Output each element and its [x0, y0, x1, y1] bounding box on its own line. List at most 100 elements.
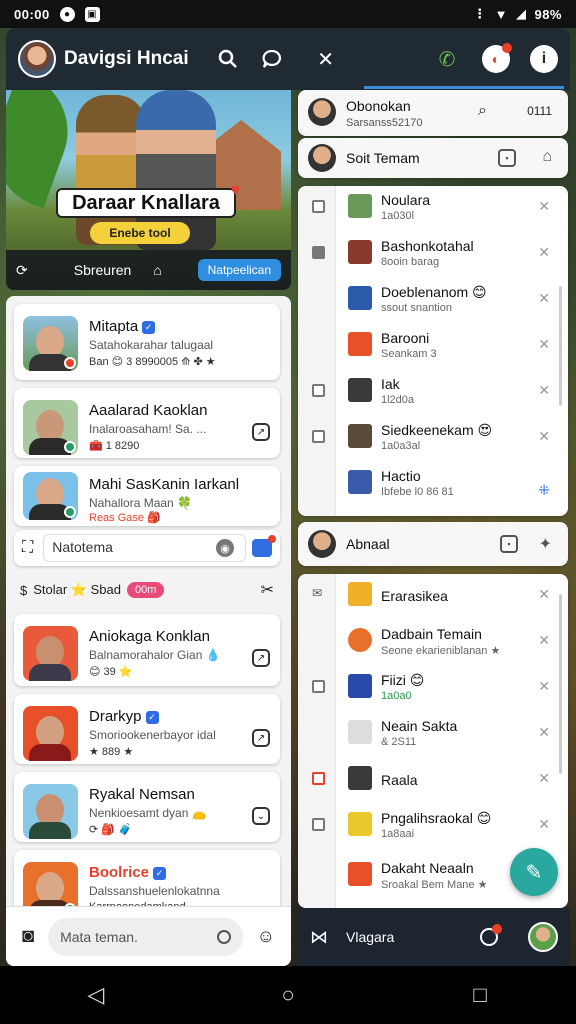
- status-ring-icon[interactable]: [480, 924, 502, 946]
- scrollbar[interactable]: [559, 286, 562, 406]
- pin-icon[interactable]: ✕: [538, 244, 550, 261]
- list-item[interactable]: Iak 1l2d0a ✕: [298, 370, 568, 416]
- scrollbar[interactable]: [559, 594, 562, 774]
- battery-level: 98%: [534, 6, 562, 22]
- info-icon[interactable]: i: [530, 45, 558, 73]
- contact-name: Ryakal Nemsan: [89, 786, 195, 803]
- pin-icon[interactable]: ✕: [538, 428, 550, 445]
- list-item[interactable]: Hactio Ibfebe l0 86 81 ⁜: [298, 462, 568, 508]
- chat-bubble-icon[interactable]: [257, 44, 287, 74]
- collapse-icon[interactable]: ⋈: [310, 927, 328, 948]
- pin-icon[interactable]: ✕: [538, 770, 550, 787]
- lock-icon[interactable]: ⌂: [153, 262, 161, 278]
- pin-icon[interactable]: ✕: [538, 586, 550, 603]
- message-input[interactable]: Mata teman.: [48, 917, 243, 956]
- avatar: [308, 98, 336, 126]
- list-item[interactable]: Mahi SasKanin Iarkanl Nahallora Maan 🍀 R…: [14, 466, 280, 526]
- phone-icon[interactable]: ✆: [432, 44, 462, 74]
- back-icon[interactable]: ◁: [76, 975, 116, 1015]
- avatar: [348, 194, 372, 218]
- item-sub: 1a0a3al: [381, 440, 421, 452]
- home-icon[interactable]: ⌂: [542, 148, 552, 166]
- item-sub: 1a030l: [381, 210, 415, 222]
- close-icon[interactable]: ✕: [311, 44, 341, 74]
- list-item[interactable]: Neain Sakta & 2S11 ✕: [298, 712, 568, 758]
- mail-icon[interactable]: ✉: [312, 586, 322, 600]
- list-item[interactable]: Dadbain Temain Seone ekarieniblanan ★ ✕: [298, 620, 568, 666]
- heart-icon: ♥: [230, 182, 241, 199]
- pin-icon[interactable]: ✕: [538, 290, 550, 307]
- contact-card[interactable]: Soit Temam ▪ ⌂: [298, 138, 568, 178]
- contact-message: Satahokarahar talugaal: [89, 338, 214, 352]
- home-button-icon[interactable]: ○: [268, 975, 308, 1015]
- compose-fab-button[interactable]: ✎: [510, 848, 558, 896]
- item-sub: 8ooin barag: [381, 256, 440, 268]
- list-item[interactable]: Drarkyp ✓ Smoriookenerbayor idal ★ 889 ★ …: [14, 694, 280, 764]
- avatar: [348, 332, 372, 356]
- avatar: [23, 400, 78, 455]
- list-item[interactable]: Noulara 1a030l ✕: [298, 186, 568, 232]
- search-icon[interactable]: [213, 44, 243, 74]
- list-item[interactable]: Ryakal Nemsan Nenkioesamt dyan 👝 ⟳ 🎒 🧳 ⌄: [14, 772, 280, 842]
- item-sub: 1a8aai: [381, 828, 415, 840]
- pin-icon[interactable]: ✕: [538, 678, 550, 695]
- refresh-icon[interactable]: ⟳: [16, 262, 28, 279]
- square-icon[interactable]: ▪: [498, 149, 516, 167]
- contact-name: Mahi SasKanin Iarkanl: [89, 476, 240, 493]
- item-name: Raala: [381, 772, 418, 788]
- notification-icon[interactable]: ◐: [482, 43, 512, 73]
- contact-card[interactable]: Abnaal ▪ ✦: [298, 522, 568, 566]
- hero-title: Daraar Knallara ♥: [56, 182, 240, 218]
- avatar: [348, 470, 372, 494]
- list-item[interactable]: Aniokaga Konklan Balnamorahalor Gian 💧 😊…: [14, 614, 280, 686]
- hero-banner[interactable]: Daraar Knallara ♥ Enebe tool ⟳ Sbreuren …: [6, 90, 291, 290]
- pin-icon[interactable]: ✕: [538, 382, 550, 399]
- contact-name: Abnaal: [346, 536, 390, 552]
- list-item[interactable]: Barooni Seankam 3 ✕: [298, 324, 568, 370]
- hero-action-button[interactable]: Natpeelican: [197, 259, 281, 281]
- list-item[interactable]: ✉ Erarasikea ✕: [298, 574, 568, 620]
- list-item[interactable]: Siedkeenekam 😍 1a0a3al ✕: [298, 416, 568, 462]
- pin-icon[interactable]: ✕: [538, 816, 550, 833]
- pin-icon[interactable]: ✕: [538, 632, 550, 649]
- section-title: Stolar ⭐ Sbad: [33, 582, 121, 597]
- avatar: [348, 286, 372, 310]
- recents-icon[interactable]: □: [460, 975, 500, 1015]
- contact-name: Boolrice ✓: [89, 864, 167, 881]
- right-column: Obonokan Sarsanss52170 ⌕ 0111 Soit Temam…: [298, 90, 570, 966]
- new-message-icon[interactable]: [252, 535, 276, 557]
- avatar[interactable]: [528, 922, 558, 952]
- open-chat-icon[interactable]: ↗: [252, 729, 270, 747]
- clear-icon[interactable]: ◉: [216, 539, 234, 557]
- tools-icon[interactable]: ✂: [261, 580, 274, 600]
- list-item[interactable]: Aaalarad Kaoklan Inalaroasaham! Sa. ... …: [14, 388, 280, 458]
- pin-icon[interactable]: ✦: [539, 534, 552, 554]
- item-name: Siedkeenekam 😍: [381, 422, 493, 438]
- filter-icon[interactable]: ⛶: [22, 539, 33, 557]
- right-bottom-bar: ⋈ Vlagara: [298, 908, 570, 966]
- list-item[interactable]: Doeblenanom 😊 ssout snantion ✕: [298, 278, 568, 324]
- search-icon[interactable]: ⌕: [478, 102, 487, 120]
- mic-icon[interactable]: [216, 929, 231, 944]
- open-chat-icon[interactable]: ↗: [252, 423, 270, 441]
- list-item[interactable]: Bashonkotahal 8ooin barag ✕: [298, 232, 568, 278]
- contact-card[interactable]: Obonokan Sarsanss52170 ⌕ 0111: [298, 90, 568, 136]
- pin-icon[interactable]: ✕: [538, 724, 550, 741]
- list-item[interactable]: Pngalihsraokal 😊 1a8aai ✕: [298, 804, 568, 850]
- avatar[interactable]: [18, 40, 56, 78]
- avatar: [348, 378, 372, 402]
- item-name: Pngalihsraokal 😊: [381, 810, 492, 826]
- pin-icon[interactable]: ✕: [538, 198, 550, 215]
- list-item[interactable]: Fiizi 😊 1a0a0 ✕: [298, 666, 568, 712]
- camera-icon[interactable]: ◙: [22, 925, 34, 948]
- open-chat-icon[interactable]: ↗: [252, 649, 270, 667]
- list-item[interactable]: Raala ✕: [298, 758, 568, 804]
- emoji-icon[interactable]: ☺: [257, 926, 275, 947]
- list-item[interactable]: Mitapta ✓ Satahokarahar talugaal Ban 😊 3 …: [14, 304, 280, 380]
- link-icon[interactable]: ⁜: [538, 482, 550, 499]
- square-icon[interactable]: ▪: [500, 535, 518, 553]
- pin-icon[interactable]: ✕: [538, 336, 550, 353]
- contact-meta: 😊 39 ⭐: [89, 666, 133, 678]
- active-tab-indicator: [364, 86, 564, 89]
- open-chat-icon[interactable]: ⌄: [252, 807, 270, 825]
